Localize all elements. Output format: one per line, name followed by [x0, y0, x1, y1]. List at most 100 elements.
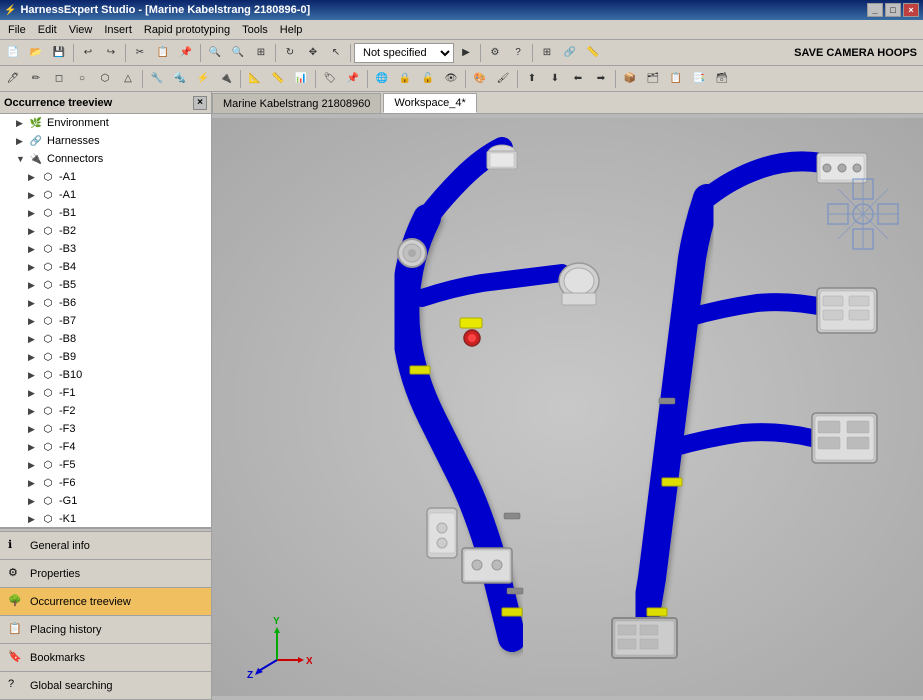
- app-icon: ⚡: [4, 5, 16, 16]
- apply-button[interactable]: ▶: [455, 42, 477, 64]
- close-button[interactable]: ×: [903, 3, 919, 17]
- tb2-btn19[interactable]: 👁: [440, 68, 462, 90]
- tb2-btn24[interactable]: ⬅: [567, 68, 589, 90]
- tb2-btn12[interactable]: 📏: [267, 68, 289, 90]
- menu-item-view[interactable]: View: [63, 22, 99, 38]
- tb2-btn23[interactable]: ⬇: [544, 68, 566, 90]
- menu-item-insert[interactable]: Insert: [98, 22, 138, 38]
- tb2-btn7[interactable]: 🔧: [146, 68, 168, 90]
- tree-item[interactable]: ▶⬡-B9: [0, 348, 211, 366]
- zoom-in-button[interactable]: 🔍: [204, 42, 226, 64]
- occurrence-tree[interactable]: ▶🌿Environment▶🔗Harnesses▼🔌Connectors▶⬡-A…: [0, 114, 211, 528]
- tb2-btn29[interactable]: 📑: [688, 68, 710, 90]
- tb2-btn26[interactable]: 📦: [619, 68, 641, 90]
- menu-item-rapid-prototyping[interactable]: Rapid prototyping: [138, 22, 236, 38]
- maximize-button[interactable]: □: [885, 3, 901, 17]
- redo-button[interactable]: ↪: [100, 42, 122, 64]
- tb2-btn6[interactable]: △: [117, 68, 139, 90]
- nav-btn-global-searching[interactable]: ?Global searching: [0, 672, 211, 700]
- tree-item[interactable]: ▶⬡-B3: [0, 240, 211, 258]
- tree-item[interactable]: ▶⬡-F5: [0, 456, 211, 474]
- tree-item[interactable]: ▶⬡-F2: [0, 402, 211, 420]
- tb2-btn22[interactable]: ⬆: [521, 68, 543, 90]
- paste-button[interactable]: 📌: [175, 42, 197, 64]
- tb2-btn15[interactable]: 📌: [342, 68, 364, 90]
- nav-btn-properties[interactable]: ⚙Properties: [0, 560, 211, 588]
- svg-text:X: X: [306, 656, 312, 667]
- tree-item[interactable]: ▶⬡-B10: [0, 366, 211, 384]
- tree-item[interactable]: ▶⬡-A1: [0, 168, 211, 186]
- snap-button[interactable]: 🔗: [559, 42, 581, 64]
- tree-item[interactable]: ▶⬡-B8: [0, 330, 211, 348]
- save-button[interactable]: 💾: [48, 42, 70, 64]
- tree-item[interactable]: ▶⬡-B7: [0, 312, 211, 330]
- tree-item[interactable]: ▶⬡-F6: [0, 474, 211, 492]
- tree-item[interactable]: ▶⬡-F1: [0, 384, 211, 402]
- sep-4: [275, 44, 276, 62]
- tb2-btn3[interactable]: ◻: [48, 68, 70, 90]
- menu-item-edit[interactable]: Edit: [32, 22, 63, 38]
- tb2-btn1[interactable]: 🖊: [2, 68, 24, 90]
- tab-0[interactable]: Marine Kabelstrang 21808960: [212, 93, 381, 113]
- tree-item[interactable]: ▼🔌Connectors: [0, 150, 211, 168]
- tb2-btn8[interactable]: 🔩: [169, 68, 191, 90]
- 3d-viewport[interactable]: X Y Z: [212, 114, 923, 700]
- nav-btn-occurrence-treeview[interactable]: 🌳Occurrence treeview: [0, 588, 211, 616]
- tb2-btn5[interactable]: ⬡: [94, 68, 116, 90]
- treeview-close-button[interactable]: ×: [193, 96, 207, 110]
- nav-btn-bookmarks[interactable]: 🔖Bookmarks: [0, 644, 211, 672]
- new-button[interactable]: 📄: [2, 42, 24, 64]
- tb2-btn25[interactable]: ➡: [590, 68, 612, 90]
- undo-button[interactable]: ↩: [77, 42, 99, 64]
- zoom-out-button[interactable]: 🔍: [227, 42, 249, 64]
- tree-item[interactable]: ▶⬡-G1: [0, 492, 211, 510]
- tb2-btn11[interactable]: 📐: [244, 68, 266, 90]
- minimize-button[interactable]: _: [867, 3, 883, 17]
- tree-item[interactable]: ▶⬡-B5: [0, 276, 211, 294]
- copy-button[interactable]: 📋: [152, 42, 174, 64]
- tree-item[interactable]: ▶⬡-B6: [0, 294, 211, 312]
- zoom-fit-button[interactable]: ⊞: [250, 42, 272, 64]
- select-button[interactable]: ↖: [325, 42, 347, 64]
- tb2-btn17[interactable]: 🔒: [394, 68, 416, 90]
- tree-item[interactable]: ▶⬡-B2: [0, 222, 211, 240]
- nav-btn-general-info[interactable]: ℹGeneral info: [0, 532, 211, 560]
- tree-item[interactable]: ▶🌿Environment: [0, 114, 211, 132]
- tb2-btn9[interactable]: ⚡: [192, 68, 214, 90]
- tab-1[interactable]: Workspace_4*: [383, 93, 476, 113]
- tree-item[interactable]: ▶⬡-F3: [0, 420, 211, 438]
- tree-item[interactable]: ▶⬡-K1: [0, 510, 211, 528]
- not-specified-dropdown[interactable]: Not specified: [354, 43, 454, 63]
- tb2-btn18[interactable]: 🔓: [417, 68, 439, 90]
- nav-btn-placing-history[interactable]: 📋Placing history: [0, 616, 211, 644]
- tree-item[interactable]: ▶⬡-B1: [0, 204, 211, 222]
- tb2-btn20[interactable]: 🎨: [469, 68, 491, 90]
- measure-button[interactable]: 📏: [582, 42, 604, 64]
- rotate-button[interactable]: ↻: [279, 42, 301, 64]
- window-controls[interactable]: _ □ ×: [867, 3, 919, 17]
- tb2-btn10[interactable]: 🔌: [215, 68, 237, 90]
- tb2-btn13[interactable]: 📊: [290, 68, 312, 90]
- tree-item[interactable]: ▶⬡-F4: [0, 438, 211, 456]
- help-button[interactable]: ?: [507, 42, 529, 64]
- pan-button[interactable]: ✥: [302, 42, 324, 64]
- tree-item[interactable]: ▶🔗Harnesses: [0, 132, 211, 150]
- tree-item[interactable]: ▶⬡-A1: [0, 186, 211, 204]
- grid-button[interactable]: ⊞: [536, 42, 558, 64]
- tb2-btn28[interactable]: 📋: [665, 68, 687, 90]
- tb2-btn30[interactable]: 🗃: [711, 68, 733, 90]
- cut-button[interactable]: ✂: [129, 42, 151, 64]
- open-button[interactable]: 📂: [25, 42, 47, 64]
- tb2-btn16[interactable]: 🌐: [371, 68, 393, 90]
- tree-item[interactable]: ▶⬡-B4: [0, 258, 211, 276]
- menu-item-file[interactable]: File: [2, 22, 32, 38]
- settings-button[interactable]: ⚙: [484, 42, 506, 64]
- tree-item-label: -B10: [59, 369, 82, 381]
- tb2-btn14[interactable]: 🏷: [319, 68, 341, 90]
- tb2-btn2[interactable]: ✏: [25, 68, 47, 90]
- tb2-btn4[interactable]: ○: [71, 68, 93, 90]
- tb2-btn21[interactable]: 🖌: [492, 68, 514, 90]
- menu-item-tools[interactable]: Tools: [236, 22, 274, 38]
- menu-item-help[interactable]: Help: [274, 22, 309, 38]
- tb2-btn27[interactable]: 🗂: [642, 68, 664, 90]
